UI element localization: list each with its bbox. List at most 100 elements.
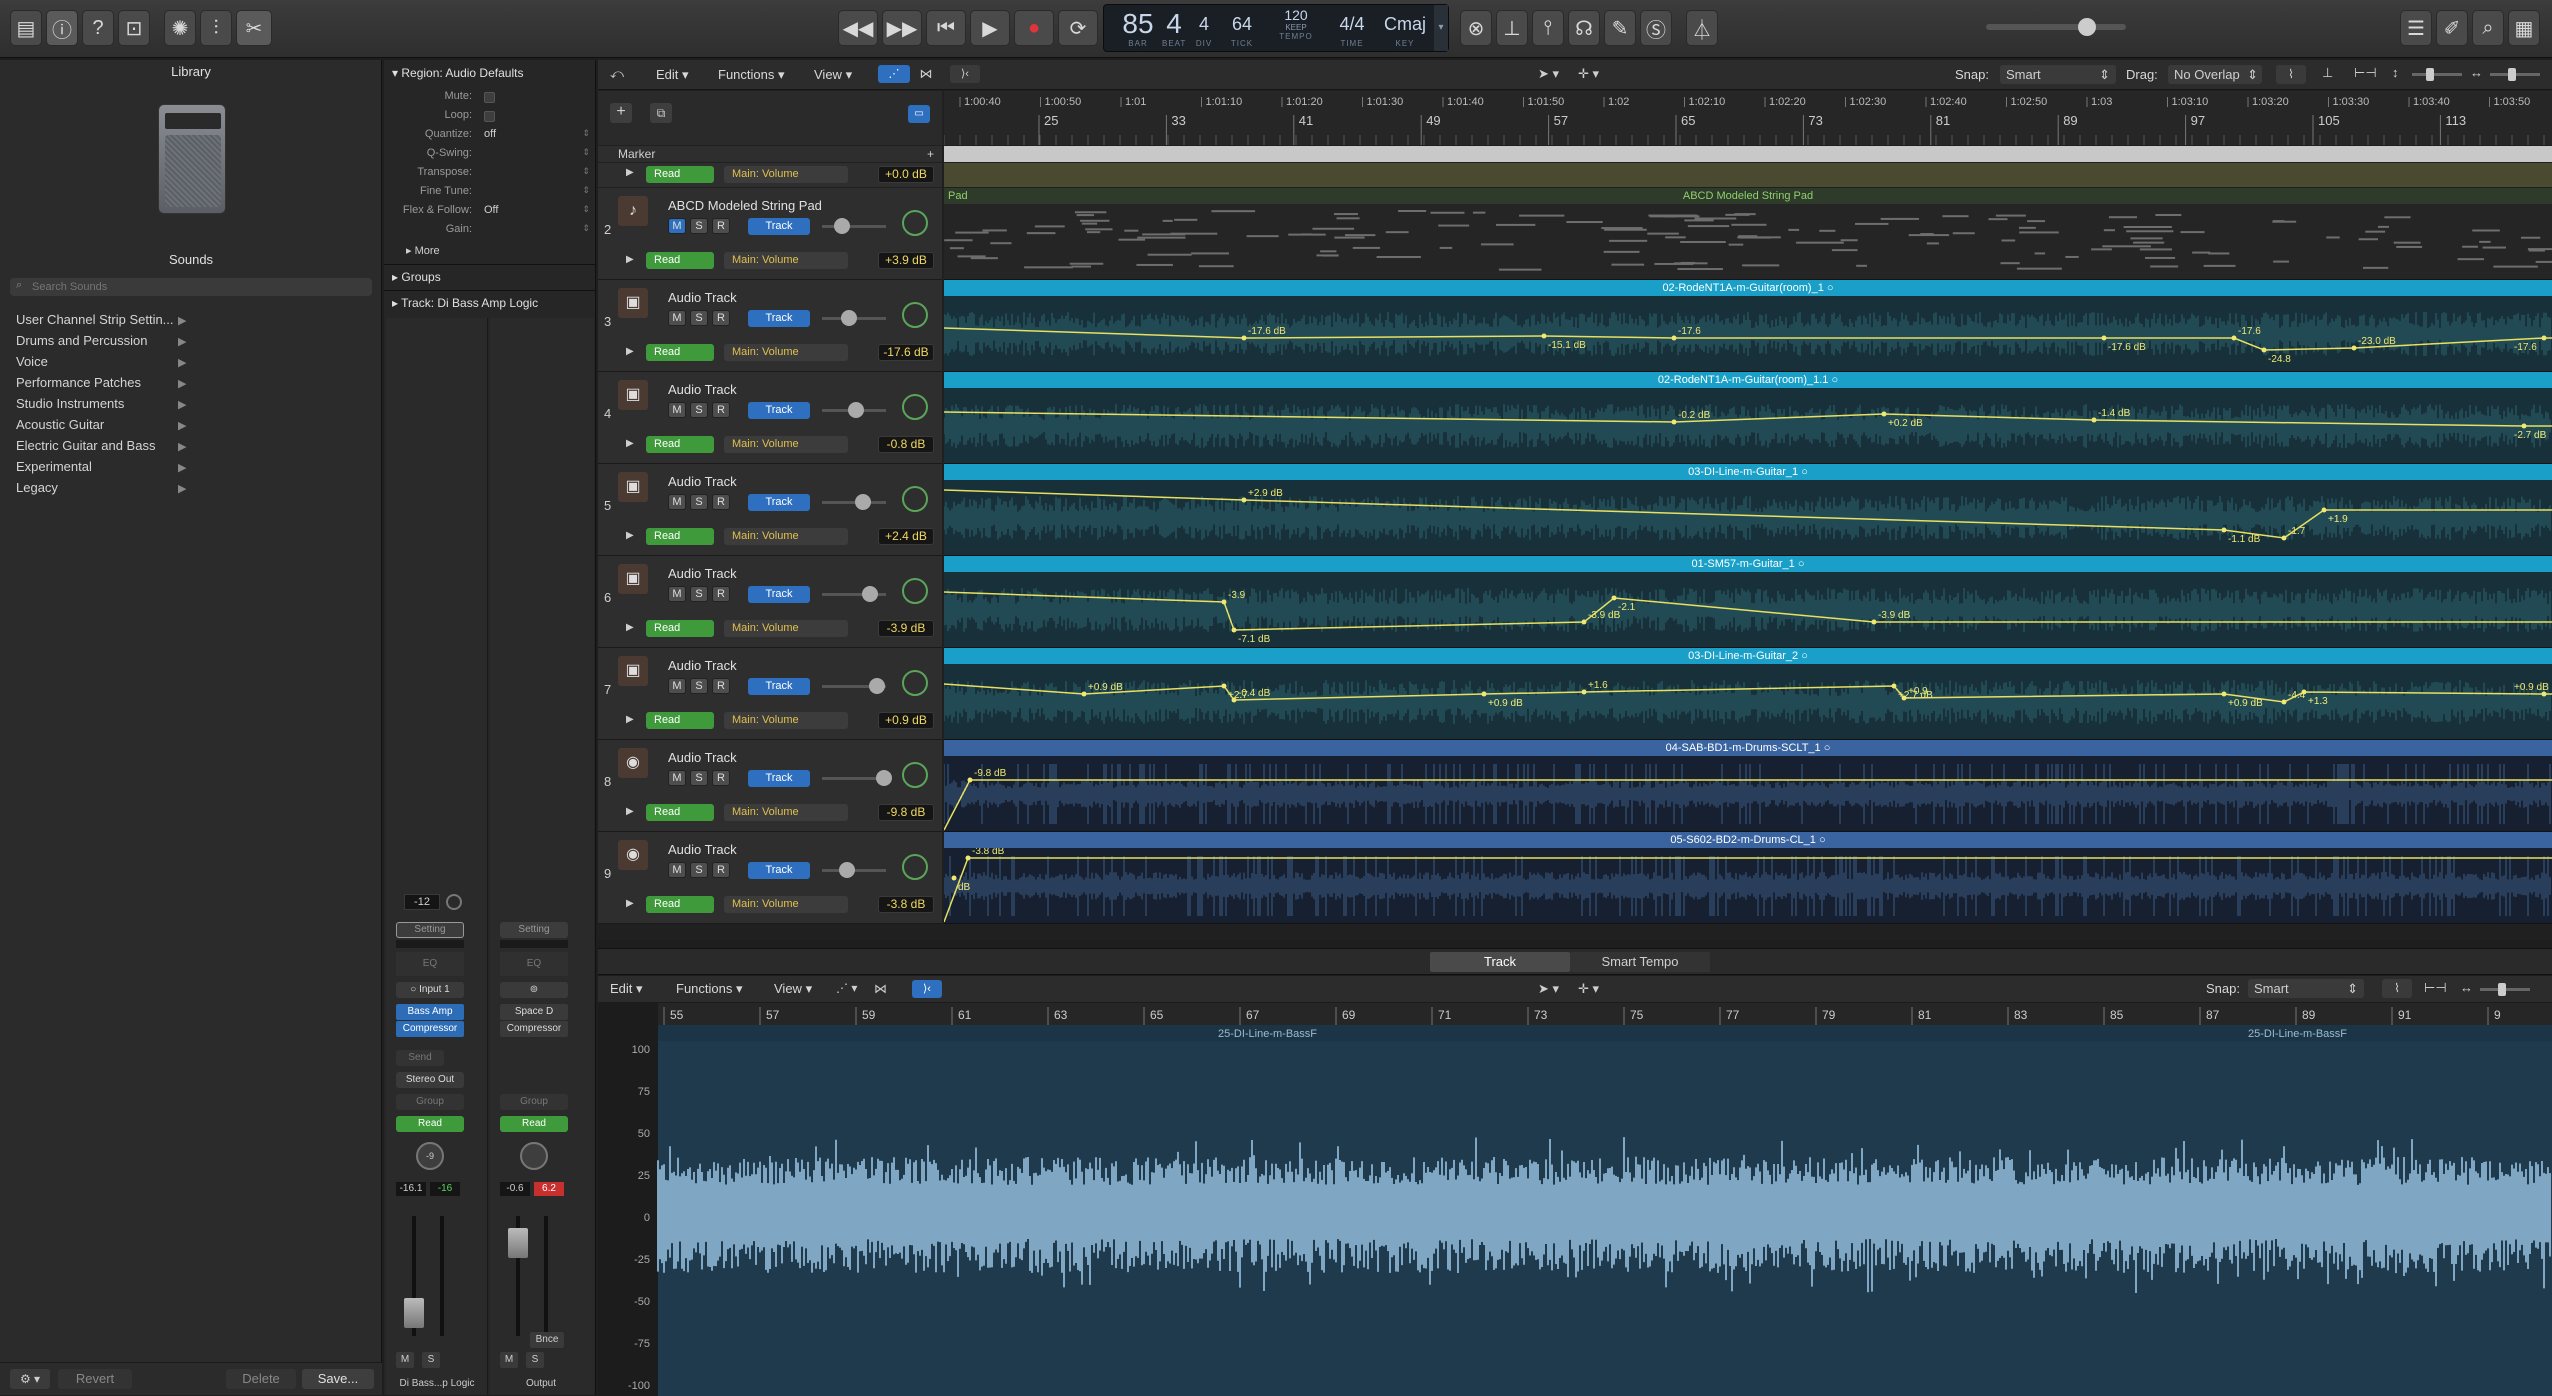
midi-note[interactable] bbox=[2535, 260, 2552, 263]
midi-note[interactable] bbox=[2393, 241, 2421, 244]
midi-note[interactable] bbox=[1665, 236, 1686, 239]
midi-note[interactable] bbox=[1074, 211, 1107, 214]
midi-note[interactable] bbox=[1147, 253, 1192, 256]
track-header[interactable]: 7 ▣ Audio Track M S R Track ▶ Read Main: Volume +0… bbox=[598, 648, 942, 740]
library-item[interactable]: User Channel Strip Settin... bbox=[16, 312, 174, 327]
automation-value[interactable]: -3.9 dB bbox=[878, 620, 934, 637]
inspector-param-row[interactable]: Gain: ⇕ bbox=[384, 223, 596, 241]
param-value[interactable]: off bbox=[484, 128, 496, 140]
track-name[interactable]: Audio Track bbox=[668, 290, 737, 305]
editor-marquee-tool-icon[interactable]: ✛ ▾ bbox=[1578, 981, 1599, 997]
library-item[interactable]: Drums and Percussion bbox=[16, 333, 148, 348]
midi-note[interactable] bbox=[1831, 249, 1858, 252]
functions-menu[interactable]: Functions ▾ bbox=[718, 67, 785, 83]
mute-button[interactable]: M bbox=[668, 770, 686, 786]
replace-icon[interactable]: ⊗ bbox=[1460, 10, 1492, 46]
track-name[interactable]: ABCD Modeled String Pad bbox=[668, 198, 822, 213]
catch-icon[interactable]: ⟩‹ bbox=[950, 65, 980, 83]
midi-note[interactable] bbox=[1085, 228, 1113, 231]
editor-horizontal-arrows-icon[interactable]: ↔ bbox=[2460, 980, 2473, 995]
library-item[interactable]: Acoustic Guitar bbox=[16, 417, 104, 432]
automation-point[interactable] bbox=[1481, 691, 1487, 697]
more-disclosure[interactable]: ▸ More bbox=[406, 244, 440, 257]
midi-note[interactable] bbox=[2326, 236, 2340, 239]
automation-point[interactable] bbox=[1611, 595, 1617, 601]
midi-note[interactable] bbox=[1647, 232, 1679, 235]
track-instrument-icon[interactable]: ▣ bbox=[618, 380, 648, 410]
midi-note[interactable] bbox=[2102, 245, 2151, 248]
ruler[interactable]: 1:00:40 1:00:50 1:01 1:01:10 1:01:20 1:01:30 1… bbox=[944, 91, 2552, 145]
midi-note[interactable] bbox=[1069, 262, 1104, 265]
midi-note[interactable] bbox=[2001, 239, 2016, 242]
automation-value[interactable]: +0.9 dB bbox=[878, 712, 934, 729]
plugin-slot-space-d[interactable]: Space D bbox=[500, 1004, 568, 1020]
midi-note[interactable] bbox=[1246, 235, 1279, 238]
midi-region-header[interactable]: Pad ABCD Modeled String Pad bbox=[944, 188, 2552, 204]
automation-point[interactable] bbox=[2261, 347, 2267, 353]
midi-note[interactable] bbox=[1680, 261, 1696, 264]
gain-knob-icon[interactable] bbox=[446, 894, 462, 910]
midi-note[interactable] bbox=[1680, 240, 1726, 243]
rewind-icon[interactable]: ◀◀ bbox=[838, 10, 878, 46]
track-disclosure[interactable]: ▸ Track: Di Bass Amp Logic bbox=[392, 296, 538, 310]
automation-read-button[interactable]: Read bbox=[646, 344, 714, 361]
track-lane[interactable]: 02-RodeNT1A-m-Guitar(room)_1.1 ○ -0.2 dB +… bbox=[944, 372, 2552, 464]
stepper-icon[interactable]: ⇕ bbox=[582, 147, 590, 158]
automation-disclosure-icon[interactable]: ▶ bbox=[626, 438, 634, 449]
input-gain-value[interactable]: -12 bbox=[404, 894, 440, 910]
loop-browser-icon[interactable]: ⌕ bbox=[2472, 10, 2504, 46]
midi-note[interactable] bbox=[2065, 255, 2079, 258]
midi-note[interactable] bbox=[1071, 265, 1091, 268]
track-name[interactable]: Audio Track bbox=[668, 566, 737, 581]
track-instrument-icon[interactable]: ♪ bbox=[618, 196, 648, 226]
master-volume-knob[interactable] bbox=[2078, 18, 2096, 36]
smart-controls-icon[interactable]: ✺ bbox=[164, 10, 196, 46]
record-enable-button[interactable]: R bbox=[712, 218, 730, 234]
marker-lane[interactable] bbox=[944, 146, 2552, 162]
automation-point[interactable] bbox=[1081, 691, 1087, 697]
midi-note[interactable] bbox=[2150, 265, 2179, 268]
note-pad-icon[interactable]: ✐ bbox=[2436, 10, 2468, 46]
automation-point[interactable] bbox=[1241, 335, 1247, 341]
groups-disclosure[interactable]: ▸ Groups bbox=[392, 270, 441, 284]
midi-note[interactable] bbox=[2103, 229, 2115, 232]
solo-button[interactable]: S bbox=[690, 218, 708, 234]
automation-point[interactable] bbox=[1671, 335, 1677, 341]
lcd-display[interactable]: 85 BAR 4 BEAT 4 DIV 64 TICK 120 KEEP TEMPO 4/4… bbox=[1103, 4, 1449, 52]
midi-note[interactable] bbox=[1334, 236, 1365, 239]
midi-note[interactable] bbox=[2472, 229, 2500, 232]
tab-track[interactable]: Track bbox=[1430, 952, 1570, 972]
editor-snap-select[interactable]: Smart ⇕ bbox=[2248, 979, 2364, 998]
track-lane[interactable]: 03-DI-Line-m-Guitar_1 ○ +2.9 dB -1.1 dB -1.… bbox=[944, 464, 2552, 556]
horizontal-fit-icon[interactable]: ⊢⊣ bbox=[2354, 65, 2377, 81]
midi-note[interactable] bbox=[1198, 265, 1234, 268]
editors-scissors-icon[interactable]: ✂ bbox=[236, 10, 272, 46]
mute-button[interactable]: M bbox=[668, 310, 686, 326]
tab-smart-tempo[interactable]: Smart Tempo bbox=[1570, 952, 1710, 972]
inspector-param-row[interactable]: Mute: bbox=[384, 90, 596, 108]
automation-point[interactable] bbox=[1871, 619, 1877, 625]
midi-note[interactable] bbox=[1988, 218, 2008, 221]
midi-note[interactable] bbox=[1320, 250, 1337, 253]
setting-button[interactable]: Setting bbox=[396, 922, 464, 938]
track-header[interactable]: 2 ♪ ABCD Modeled String Pad M S R Track ▶ Read Ma… bbox=[598, 188, 942, 280]
track-volume-slider[interactable] bbox=[822, 862, 886, 878]
automation-point[interactable] bbox=[2521, 423, 2527, 429]
record-enable-button[interactable]: R bbox=[712, 862, 730, 878]
track-lane[interactable]: 03-DI-Line-m-Guitar_2 ○ +0.9 dB +2.7 -0.4 d… bbox=[944, 648, 2552, 740]
midi-note[interactable] bbox=[1312, 227, 1355, 230]
track-automation-mode-button[interactable]: Track bbox=[748, 770, 810, 787]
region-header[interactable]: 02-RodeNT1A-m-Guitar(room)_1.1 ○ bbox=[944, 372, 2552, 388]
track-volume-slider[interactable] bbox=[822, 310, 886, 326]
track-instrument-icon[interactable]: ▣ bbox=[618, 656, 648, 686]
mixer-icon[interactable]: ⫶ bbox=[200, 10, 232, 46]
automation-disclosure-icon[interactable]: ▶ bbox=[626, 898, 634, 909]
automation-disclosure-icon[interactable]: ▶ bbox=[626, 622, 634, 633]
track-header[interactable]: 4 ▣ Audio Track M S R Track ▶ Read Main: Volume -0… bbox=[598, 372, 942, 464]
midi-note[interactable] bbox=[1376, 255, 1421, 258]
master-volume-slider[interactable] bbox=[1986, 18, 2126, 36]
track-name[interactable]: Audio Track bbox=[668, 842, 737, 857]
midi-note[interactable] bbox=[1385, 231, 1409, 234]
midi-note[interactable] bbox=[1352, 246, 1381, 249]
midi-note[interactable] bbox=[1566, 221, 1603, 224]
